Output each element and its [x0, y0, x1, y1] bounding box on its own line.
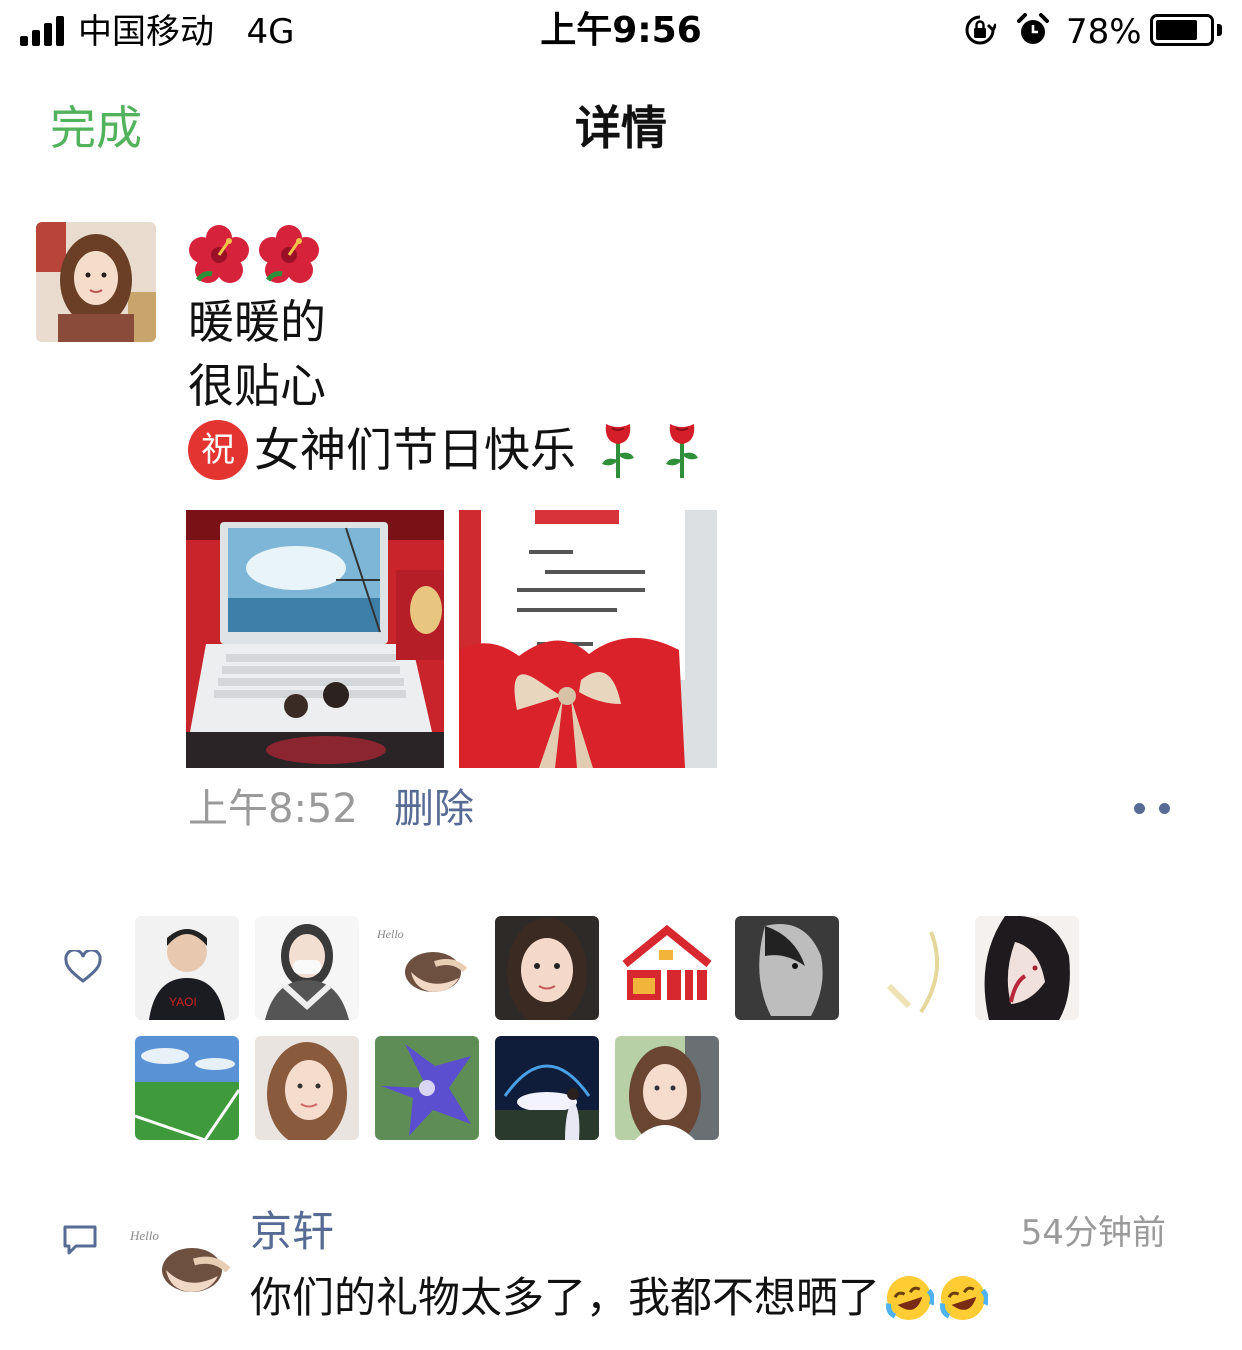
like-avatar-5[interactable] — [615, 916, 719, 1020]
status-bar: 中国移动 4G 上午9:56 78% — [0, 0, 1242, 64]
like-avatar-4[interactable] — [495, 916, 599, 1020]
post-line-3-text: 女神们节日快乐 — [254, 423, 576, 477]
heart-icon — [64, 950, 102, 983]
done-button[interactable]: 完成 — [50, 98, 142, 158]
post-time: 上午8:52 — [188, 786, 358, 832]
hibiscus-icon — [189, 225, 249, 283]
more-options-button[interactable] — [1126, 794, 1178, 822]
like-avatar-1[interactable]: YAOI — [135, 916, 239, 1020]
like-avatar-10[interactable] — [255, 1036, 359, 1140]
like-avatar-7[interactable] — [855, 916, 959, 1020]
like-avatar-13[interactable] — [615, 1036, 719, 1140]
post-content: 暖暖的 很贴心 祝 女神们节日快乐 — [188, 220, 1188, 482]
comment-text: 你们的礼物太多了，我都不想晒了 — [250, 1270, 989, 1326]
like-avatar-2[interactable] — [255, 916, 359, 1020]
rose-icon — [666, 424, 698, 478]
comment-icon — [63, 1225, 97, 1255]
more-dot — [1134, 802, 1145, 814]
battery-tip — [1217, 24, 1222, 36]
like-avatar-6[interactable] — [735, 916, 839, 1020]
network-type: 4G — [246, 12, 295, 52]
congratulate-icon: 祝 — [188, 420, 248, 480]
svg-text:Hello: Hello — [129, 1228, 159, 1243]
page-title: 详情 — [575, 101, 667, 155]
status-time: 上午9:56 — [540, 10, 702, 51]
rose-icon — [602, 424, 634, 478]
post-emoji-row — [188, 220, 1188, 290]
comment-body: 你们的礼物太多了，我都不想晒了 — [250, 1273, 881, 1322]
comment-time: 54分钟前 — [1020, 1213, 1166, 1253]
like-avatar-12[interactable] — [495, 1036, 599, 1140]
battery-fill — [1156, 20, 1197, 40]
svg-text:Hello: Hello — [376, 927, 404, 941]
signal-strength-icon — [20, 16, 68, 46]
author-avatar[interactable] — [36, 222, 156, 342]
like-avatar-8[interactable] — [975, 916, 1079, 1020]
commenter-name[interactable]: 京轩 — [250, 1206, 334, 1258]
alarm-icon — [1017, 13, 1049, 44]
like-avatar-3[interactable]: Hello — [375, 916, 479, 1020]
more-dot — [1159, 802, 1170, 814]
commenter-avatar[interactable]: Hello — [128, 1212, 238, 1312]
laptop-photo[interactable] — [186, 510, 444, 768]
post-line-3: 祝 女神们节日快乐 — [188, 418, 1188, 482]
card-photo[interactable] — [459, 510, 717, 768]
battery-icon — [1150, 14, 1214, 46]
delete-button[interactable]: 删除 — [394, 784, 474, 834]
like-avatar-11[interactable] — [375, 1036, 479, 1140]
battery-percentage: 78% — [1066, 12, 1142, 52]
like-avatar-9[interactable] — [135, 1036, 239, 1140]
carrier-name: 中国移动 — [78, 12, 214, 52]
laughing-crying-icon — [940, 1276, 989, 1320]
hibiscus-icon — [259, 225, 319, 283]
post-line-2: 很贴心 — [188, 359, 326, 413]
rotation-lock-icon — [965, 15, 996, 45]
svg-text:YAOI: YAOI — [169, 995, 197, 1009]
page-title-wrap: 详情 — [0, 98, 1242, 158]
laughing-crying-icon — [886, 1276, 935, 1320]
carrier-info: 中国移动 4G — [78, 10, 294, 54]
post-line-1: 暖暖的 — [188, 295, 326, 349]
